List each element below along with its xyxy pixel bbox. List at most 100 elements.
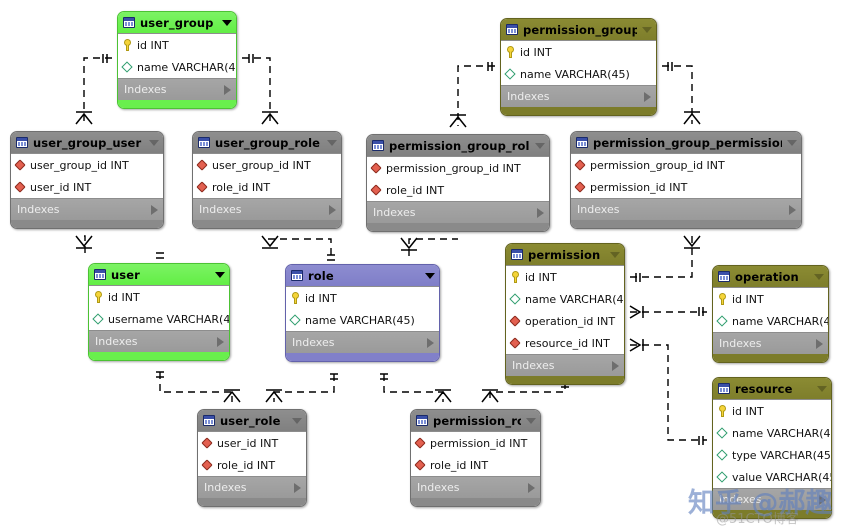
expand-arrow-icon[interactable]: [294, 482, 301, 493]
column-row[interactable]: id INT: [501, 41, 656, 63]
table-header-user_group[interactable]: user_group: [118, 12, 236, 33]
foreign-key-icon: [371, 184, 382, 196]
column-row[interactable]: role_id INT: [198, 454, 306, 476]
column-row[interactable]: permission_group_id INT: [571, 154, 801, 176]
link-user-user_role: [159, 372, 233, 402]
column-row[interactable]: id INT: [89, 286, 229, 308]
column-row[interactable]: role_id INT: [193, 176, 341, 198]
column-row[interactable]: permission_id INT: [411, 432, 540, 454]
indexes-section-role[interactable]: Indexes: [286, 332, 439, 353]
indexes-section-permission_group[interactable]: Indexes: [501, 86, 656, 107]
chevron-down-icon[interactable]: [610, 251, 620, 258]
expand-arrow-icon[interactable]: [224, 84, 231, 95]
column-row[interactable]: name VARCHAR(45): [713, 310, 828, 332]
column-row[interactable]: operation_id INT: [506, 310, 624, 332]
column-row[interactable]: name VARCHAR(45): [118, 56, 236, 78]
indexes-section-user_group[interactable]: Indexes: [118, 79, 236, 100]
column-row[interactable]: user_id INT: [11, 176, 163, 198]
table-header-permission_group_role[interactable]: permission_group_role: [367, 135, 549, 156]
column-row[interactable]: id INT: [118, 34, 236, 56]
expand-arrow-icon[interactable]: [644, 91, 651, 102]
chevron-down-icon[interactable]: [642, 26, 652, 33]
table-card-role[interactable]: role id INT name VARCHAR(45) Indexes: [285, 264, 440, 362]
expand-arrow-icon[interactable]: [329, 204, 336, 215]
column-row[interactable]: value VARCHAR(45): [713, 466, 831, 488]
chevron-down-icon[interactable]: [787, 139, 797, 146]
indexes-section-operation[interactable]: Indexes: [713, 333, 828, 354]
expand-arrow-icon[interactable]: [612, 360, 619, 371]
column-row[interactable]: name VARCHAR(45): [286, 309, 439, 331]
chevron-down-icon[interactable]: [814, 273, 824, 280]
column-row[interactable]: name VARCHAR(45): [506, 288, 624, 310]
column-row[interactable]: permission_id INT: [571, 176, 801, 198]
table-card-user_group_user[interactable]: user_group_user user_group_id INT user_id …: [10, 131, 164, 229]
column-row[interactable]: id INT: [713, 400, 831, 422]
expand-arrow-icon[interactable]: [819, 494, 826, 505]
indexes-section-resource[interactable]: Indexes: [713, 489, 831, 510]
column-row[interactable]: role_id INT: [411, 454, 540, 476]
column-row[interactable]: name VARCHAR(45): [713, 422, 831, 444]
column-row[interactable]: type VARCHAR(45): [713, 444, 831, 466]
table-header-user_group_role[interactable]: user_group_role: [193, 132, 341, 153]
table-card-operation[interactable]: operation id INT name VARCHAR(45) Indexes: [712, 265, 829, 363]
expand-arrow-icon[interactable]: [151, 204, 158, 215]
expand-arrow-icon[interactable]: [528, 482, 535, 493]
chevron-down-icon[interactable]: [149, 139, 159, 146]
table-header-user[interactable]: user: [89, 264, 229, 285]
column-row[interactable]: user_id INT: [198, 432, 306, 454]
table-card-permission_group_role[interactable]: permission_group_role permission_group_id…: [366, 134, 550, 232]
expand-arrow-icon[interactable]: [427, 337, 434, 348]
table-header-permission[interactable]: permission: [506, 244, 624, 265]
chevron-down-icon[interactable]: [425, 272, 435, 279]
expand-arrow-icon[interactable]: [217, 336, 224, 347]
chevron-down-icon[interactable]: [817, 385, 827, 392]
indexes-section-user_role[interactable]: Indexes: [198, 477, 306, 498]
indexes-section-permission_group_role[interactable]: Indexes: [367, 202, 549, 223]
table-card-permission_group_permission[interactable]: permission_group_permission permission_gr…: [570, 131, 802, 229]
table-header-operation[interactable]: operation: [713, 266, 828, 287]
chevron-down-icon[interactable]: [215, 271, 225, 278]
table-card-user_group_role[interactable]: user_group_role user_group_id INT role_id …: [192, 131, 342, 229]
table-card-user[interactable]: user id INT username VARCHAR(45) Indexes: [88, 263, 230, 361]
table-header-permission_role[interactable]: permission_role: [411, 410, 540, 431]
column-row[interactable]: user_group_id INT: [193, 154, 341, 176]
column-row[interactable]: resource_id INT: [506, 332, 624, 354]
indexes-section-user[interactable]: Indexes: [89, 331, 229, 352]
indexes-section-permission_role[interactable]: Indexes: [411, 477, 540, 498]
indexes-section-permission_group_permission[interactable]: Indexes: [571, 199, 801, 220]
column-row[interactable]: id INT: [506, 266, 624, 288]
table-header-resource[interactable]: resource: [713, 378, 831, 399]
column-name: name VARCHAR(45): [305, 313, 415, 327]
foreign-key-icon: [371, 162, 382, 174]
expand-arrow-icon[interactable]: [816, 338, 823, 349]
table-card-user_group[interactable]: user_group id INT name VARCHAR(45) Indexes: [117, 11, 237, 109]
table-card-user_role[interactable]: user_role user_id INT role_id INT Indexes: [197, 409, 307, 507]
chevron-down-icon[interactable]: [327, 139, 337, 146]
column-row[interactable]: username VARCHAR(45): [89, 308, 229, 330]
table-card-permission_role[interactable]: permission_role permission_id INT role_id …: [410, 409, 541, 507]
indexes-section-user_group_user[interactable]: Indexes: [11, 199, 163, 220]
chevron-down-icon[interactable]: [526, 417, 536, 424]
column-row[interactable]: name VARCHAR(45): [501, 63, 656, 85]
indexes-section-permission[interactable]: Indexes: [506, 355, 624, 376]
table-card-permission[interactable]: permission id INT name VARCHAR(45) operatio…: [505, 243, 625, 385]
column-row[interactable]: role_id INT: [367, 179, 549, 201]
chevron-down-icon[interactable]: [535, 142, 545, 149]
table-header-permission_group[interactable]: permission_group: [501, 19, 656, 40]
table-header-user_group_user[interactable]: user_group_user: [11, 132, 163, 153]
table-card-permission_group[interactable]: permission_group id INT name VARCHAR(45) In…: [500, 18, 657, 116]
column-row[interactable]: id INT: [286, 287, 439, 309]
table-header-user_role[interactable]: user_role: [198, 410, 306, 431]
table-header-role[interactable]: role: [286, 265, 439, 286]
table-header-permission_group_permission[interactable]: permission_group_permission: [571, 132, 801, 153]
indexes-section-user_group_role[interactable]: Indexes: [193, 199, 341, 220]
expand-arrow-icon[interactable]: [789, 204, 796, 215]
chevron-down-icon[interactable]: [222, 19, 232, 26]
table-card-resource[interactable]: resource id INT name VARCHAR(45) type VARCH…: [712, 377, 832, 519]
expand-arrow-icon[interactable]: [537, 207, 544, 218]
column-row[interactable]: id INT: [713, 288, 828, 310]
chevron-down-icon[interactable]: [292, 417, 302, 424]
column-row[interactable]: user_group_id INT: [11, 154, 163, 176]
column-name: name VARCHAR(45): [520, 67, 630, 81]
column-row[interactable]: permission_group_id INT: [367, 157, 549, 179]
